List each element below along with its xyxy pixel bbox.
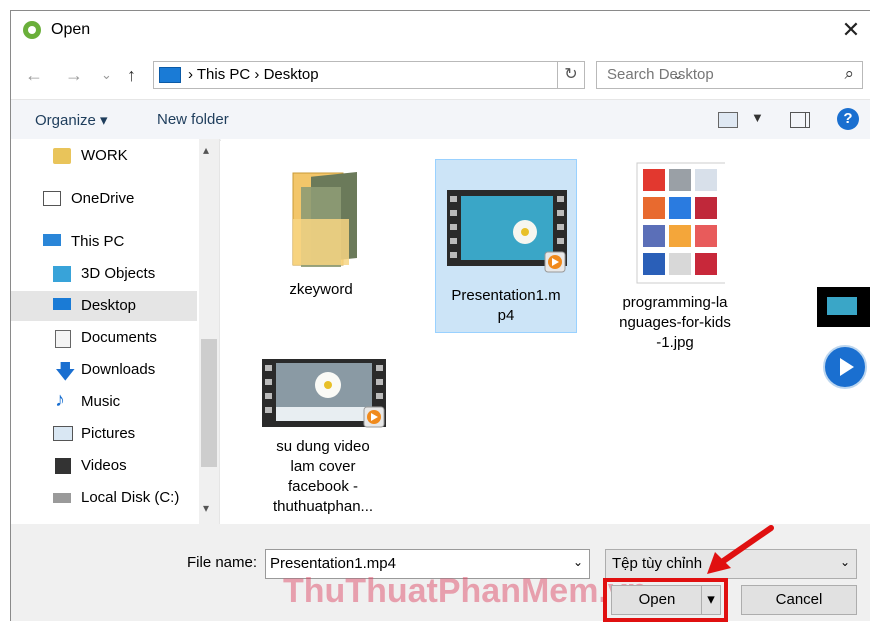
file-item-zkeyword[interactable]: zkeyword <box>251 159 391 329</box>
folder-icon <box>53 148 71 164</box>
nav-label: 3D Objects <box>81 265 156 282</box>
search-icon[interactable]: ⌕ <box>844 64 854 84</box>
file-item-partial[interactable] <box>817 287 870 389</box>
film-icon <box>55 458 71 474</box>
search-placeholder: Search Desktop <box>607 66 714 83</box>
image-thumbnail-icon <box>636 162 728 284</box>
watermark: ThuThuatPhanMem.vn <box>283 572 648 610</box>
file-name-line: su dung video <box>276 438 370 455</box>
file-type-dropdown-icon[interactable]: ⌄ <box>840 555 850 569</box>
nav-scrollbar[interactable]: ▴ ▾ <box>199 139 219 524</box>
nav-item-onedrive[interactable]: OneDrive <box>11 184 197 214</box>
video-thumbnail-icon <box>447 190 567 273</box>
onedrive-icon <box>43 191 61 206</box>
organize-button[interactable]: Organize ▾ <box>35 111 108 129</box>
play-icon <box>823 345 867 389</box>
close-button[interactable]: ✕ <box>831 15 870 45</box>
dialog-footer: File name: Presentation1.mp4 ⌄ Tệp tùy c… <box>11 524 870 622</box>
nav-label: Pictures <box>81 425 136 442</box>
recent-locations-button[interactable]: ⌄ <box>101 67 112 83</box>
pictures-icon <box>53 426 73 441</box>
computer-icon <box>43 234 61 246</box>
file-item-su-dung-video[interactable]: su dung video lam cover facebook - thuth… <box>253 357 393 522</box>
back-button[interactable]: ← <box>25 65 43 86</box>
annotation-arrow-icon <box>707 525 774 574</box>
address-field[interactable]: › This PC › Desktop ⌄ <box>153 61 684 89</box>
file-item-programming-languages[interactable]: programming-la nguages-for-kids -1.jpg <box>605 159 745 359</box>
nav-label: Documents <box>81 329 157 346</box>
scroll-down-icon[interactable]: ▾ <box>203 501 209 515</box>
title-bar: Open ✕ <box>11 11 870 49</box>
view-options-icon[interactable] <box>718 112 738 128</box>
folder-icon <box>292 171 357 267</box>
file-item-presentation1[interactable]: Presentation1.m p4 <box>435 159 577 333</box>
nav-item-music[interactable]: ♪ Music <box>11 387 197 417</box>
nav-item-downloads[interactable]: 🡇 Downloads <box>11 355 197 385</box>
nav-item-pictures[interactable]: Pictures <box>11 419 197 449</box>
download-arrow-icon: 🡇 <box>55 361 76 383</box>
up-button[interactable]: ↑ <box>127 65 136 86</box>
scroll-up-icon[interactable]: ▴ <box>203 143 209 157</box>
file-name: zkeyword <box>289 281 353 298</box>
preview-pane-icon[interactable] <box>790 112 810 128</box>
nav-label: Videos <box>81 457 127 474</box>
music-note-icon: ♪ <box>55 389 65 411</box>
app-icon <box>23 21 41 39</box>
nav-item-desktop[interactable]: Desktop <box>11 291 197 321</box>
nav-label: Desktop <box>81 297 137 314</box>
cancel-button[interactable]: Cancel <box>741 585 857 615</box>
view-dropdown-icon[interactable]: ▼ <box>751 110 764 125</box>
file-name-line: p4 <box>497 307 515 324</box>
new-folder-button[interactable]: New folder <box>157 111 229 128</box>
file-name-dropdown-icon[interactable]: ⌄ <box>573 555 583 569</box>
file-name-line: -1.jpg <box>656 334 694 351</box>
nav-item-work[interactable]: WORK <box>11 141 197 171</box>
drive-icon <box>53 493 71 503</box>
file-name-value: Presentation1.mp4 <box>270 555 396 572</box>
nav-label: Local Disk (C:) <box>81 489 180 506</box>
nav-item-documents[interactable]: Documents <box>11 323 197 353</box>
forward-button[interactable]: → <box>65 65 83 86</box>
nav-label: OneDrive <box>71 190 135 207</box>
video-thumbnail-icon <box>262 359 386 428</box>
open-dialog: Open ✕ ← → ⌄ ↑ › This PC › Desktop ⌄ ↻ S… <box>10 10 870 622</box>
breadcrumb[interactable]: › This PC › Desktop <box>188 66 319 83</box>
window-title: Open <box>51 21 91 38</box>
nav-item-videos[interactable]: Videos <box>11 451 197 481</box>
file-name-label: File name: <box>187 554 258 571</box>
file-name-line: nguages-for-kids <box>619 314 731 331</box>
navigation-pane: WORK OneDrive This PC 3D Objects Desktop… <box>11 139 220 524</box>
file-name-line: thuthuatphan... <box>272 498 374 515</box>
address-bar-row: ← → ⌄ ↑ › This PC › Desktop ⌄ ↻ Search D… <box>11 59 870 93</box>
file-name-line: facebook - <box>287 478 359 495</box>
command-bar: Organize ▾ New folder ▼ ? <box>11 99 870 141</box>
scroll-thumb[interactable] <box>201 339 217 467</box>
help-icon[interactable]: ? <box>837 108 859 130</box>
desktop-icon <box>53 298 71 310</box>
document-icon <box>55 330 71 348</box>
video-thumbnail-icon <box>817 287 870 327</box>
file-name-line: lam cover <box>290 458 356 475</box>
nav-item-3d-objects[interactable]: 3D Objects <box>11 259 197 289</box>
annotation-highlight-box <box>603 578 728 622</box>
file-list: zkeyword Presentation1.m p4 programming-… <box>221 139 870 524</box>
cube-icon <box>53 266 71 282</box>
file-name-line: programming-la <box>622 294 728 311</box>
nav-label: Downloads <box>81 361 156 378</box>
nav-label: WORK <box>81 147 128 164</box>
this-pc-icon <box>159 67 181 83</box>
nav-label: Music <box>81 393 121 410</box>
nav-item-this-pc[interactable]: This PC <box>11 227 197 257</box>
nav-item-local-disk[interactable]: Local Disk (C:) <box>11 483 197 513</box>
file-name-line: Presentation1.m <box>451 287 561 304</box>
nav-label: This PC <box>71 233 125 250</box>
file-type-value: Tệp tùy chỉnh <box>612 555 703 572</box>
search-input[interactable]: Search Desktop ⌕ <box>596 61 863 89</box>
refresh-button[interactable]: ↻ <box>558 61 585 89</box>
